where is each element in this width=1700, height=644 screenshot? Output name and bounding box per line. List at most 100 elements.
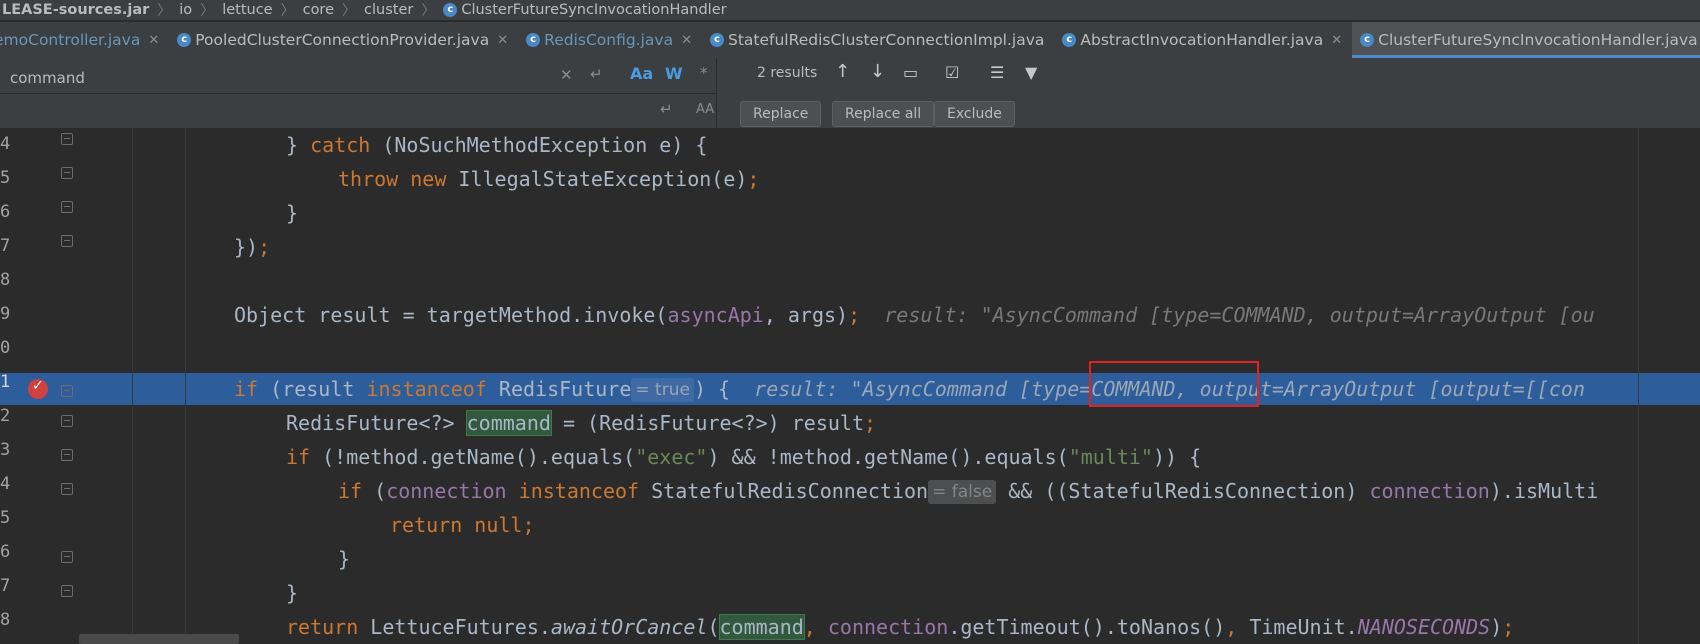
fold-marker-icon[interactable] <box>61 167 73 179</box>
fold-marker-icon[interactable] <box>61 483 73 495</box>
tab-label: RedisConfig.java <box>544 31 674 49</box>
breadcrumb: LEASE-sources.jar 〉 io 〉 lettuce 〉 core … <box>0 0 1700 20</box>
line-number: 5 <box>0 168 11 188</box>
code-line: if (!method.getName().equals("exec") && … <box>286 445 1202 469</box>
search-input[interactable] <box>8 64 572 92</box>
line-number: 0 <box>0 338 11 358</box>
fold-marker-icon[interactable] <box>61 415 73 427</box>
tab-label: PooledClusterConnectionProvider.java <box>195 31 490 49</box>
code-line: } <box>286 581 299 605</box>
right-margin <box>1638 128 1639 644</box>
code-line: if (result instanceof RedisFuture = true)… <box>234 377 1585 402</box>
match-case-toggle[interactable]: Aa <box>630 64 653 83</box>
results-count: 2 results <box>757 65 818 81</box>
line-number: 6 <box>0 202 11 222</box>
code-line: } catch (NoSuchMethodException e) { <box>286 133 708 157</box>
close-icon[interactable]: ✕ <box>148 33 159 48</box>
breadcrumb-lettuce[interactable]: lettuce <box>218 2 276 18</box>
tab-abstractinvocationhandler[interactable]: c AbstractInvocationHandler.java ✕ <box>1054 22 1352 58</box>
arrow-down-icon[interactable]: ↓ <box>870 61 885 82</box>
line-number: 4 <box>0 134 11 154</box>
clear-icon[interactable]: ✕ <box>560 66 573 84</box>
regex-toggle[interactable]: * <box>700 64 708 82</box>
class-icon: c <box>443 3 458 17</box>
replace-button[interactable]: Replace <box>740 101 822 127</box>
code-line: return LettuceFutures.awaitOrCancel(comm… <box>286 614 1515 640</box>
replace-input[interactable] <box>8 98 572 126</box>
tab-label: AbstractInvocationHandler.java <box>1080 31 1324 49</box>
filter-icon[interactable]: ▼ <box>1025 63 1037 82</box>
inline-value-hint: = false <box>928 480 997 504</box>
highlight-annotation-box <box>1089 361 1259 407</box>
divider <box>716 58 717 128</box>
line-number: 7 <box>0 576 11 596</box>
code-line: }); <box>234 235 271 259</box>
horizontal-scrollbar[interactable] <box>79 634 239 644</box>
breadcrumb-class[interactable]: c ClusterFutureSyncInvocationHandler <box>439 2 730 18</box>
new-line-icon[interactable]: ↵ <box>590 65 603 83</box>
class-icon: c <box>1062 33 1077 47</box>
indent-guide <box>185 128 186 644</box>
fold-marker-icon[interactable] <box>61 133 73 145</box>
arrow-up-icon[interactable]: ↑ <box>835 61 850 82</box>
line-number: 9 <box>0 304 11 324</box>
chevron-right-icon: 〉 <box>280 3 295 19</box>
code-line: RedisFuture<?> command = (RedisFuture<?>… <box>286 410 877 436</box>
tab-clusterfuturesyncinvocationhandler[interactable]: c ClusterFutureSyncInvocationHandler.jav… <box>1352 22 1700 58</box>
chevron-right-icon: 〉 <box>421 3 436 19</box>
tab-label: emoController.java <box>0 31 141 49</box>
replace-all-button[interactable]: Replace all <box>832 101 935 127</box>
breadcrumb-cluster[interactable]: cluster <box>360 2 417 18</box>
tab-democontroller[interactable]: emoController.java ✕ <box>0 22 169 58</box>
editor-tabs: emoController.java ✕ c PooledClusterConn… <box>0 22 1700 59</box>
class-icon: c <box>177 33 192 47</box>
tab-statefulredisclusterconnectionimpl[interactable]: c StatefulRedisClusterConnectionImpl.jav… <box>702 22 1054 58</box>
tab-pooledclusterconnectionprovider[interactable]: c PooledClusterConnectionProvider.java ✕ <box>169 22 518 58</box>
select-all-occurrences-icon[interactable]: ▭ <box>903 63 918 82</box>
class-icon: c <box>710 33 724 47</box>
breadcrumb-io[interactable]: io <box>175 2 196 18</box>
class-icon: c <box>1360 33 1375 47</box>
code-editor[interactable]: 4 5 6 7 8 9 0 1 2 3 4 5 6 7 8 } catch (N… <box>0 128 1700 644</box>
divider <box>0 93 716 94</box>
line-number: 1 <box>0 372 11 392</box>
exclude-button[interactable]: Exclude <box>934 101 1015 127</box>
close-icon[interactable]: ✕ <box>497 33 508 48</box>
chevron-right-icon: 〉 <box>342 3 357 19</box>
chevron-right-icon: 〉 <box>157 3 172 19</box>
tab-label: ClusterFutureSyncInvocationHandler.java <box>1378 31 1698 49</box>
code-line: } <box>286 201 299 225</box>
close-icon[interactable]: ✕ <box>681 33 692 48</box>
breadcrumb-core[interactable]: core <box>299 2 338 18</box>
debug-value: result: "AsyncCommand [type=COMMAND, out… <box>884 303 1595 327</box>
fold-marker-icon[interactable] <box>61 235 73 247</box>
fold-marker-icon[interactable] <box>61 551 73 563</box>
inline-value-hint: = true <box>631 378 694 402</box>
line-number: 8 <box>0 270 11 290</box>
fold-marker-icon[interactable] <box>61 449 73 461</box>
preserve-case-toggle[interactable]: AA <box>696 102 714 117</box>
code-line: throw new IllegalStateException(e); <box>338 167 760 191</box>
line-number: 4 <box>0 474 11 494</box>
code-line: } <box>338 547 351 571</box>
code-line: if (connection instanceof StatefulRedisC… <box>338 479 1599 504</box>
fold-marker-icon[interactable] <box>61 385 73 397</box>
words-toggle[interactable]: W <box>665 64 683 83</box>
line-number: 2 <box>0 406 11 426</box>
fold-marker-icon[interactable] <box>61 585 73 597</box>
close-icon[interactable]: ✕ <box>1331 33 1342 48</box>
breadcrumb-jar[interactable]: LEASE-sources.jar <box>0 2 153 18</box>
line-number: 7 <box>0 236 11 256</box>
filter-search-results-icon[interactable]: ☑ <box>945 63 959 82</box>
line-number: 5 <box>0 508 11 528</box>
open-in-window-icon[interactable]: ☰ <box>990 63 1004 82</box>
find-replace-bar: ✕ ↵ Aa W * ↵ AA 2 results ↑ ↓ ▭ ☑ ☰ ▼ Re… <box>0 58 1700 129</box>
line-number: 8 <box>0 610 11 630</box>
new-line-icon[interactable]: ↵ <box>660 100 673 118</box>
fold-marker-icon[interactable] <box>61 201 73 213</box>
line-number: 6 <box>0 542 11 562</box>
breakpoint-icon[interactable] <box>28 378 48 399</box>
code-line: Object result = targetMethod.invoke(asyn… <box>234 303 1595 327</box>
line-number: 3 <box>0 440 11 460</box>
tab-redisconfig[interactable]: c RedisConfig.java ✕ <box>518 22 702 58</box>
